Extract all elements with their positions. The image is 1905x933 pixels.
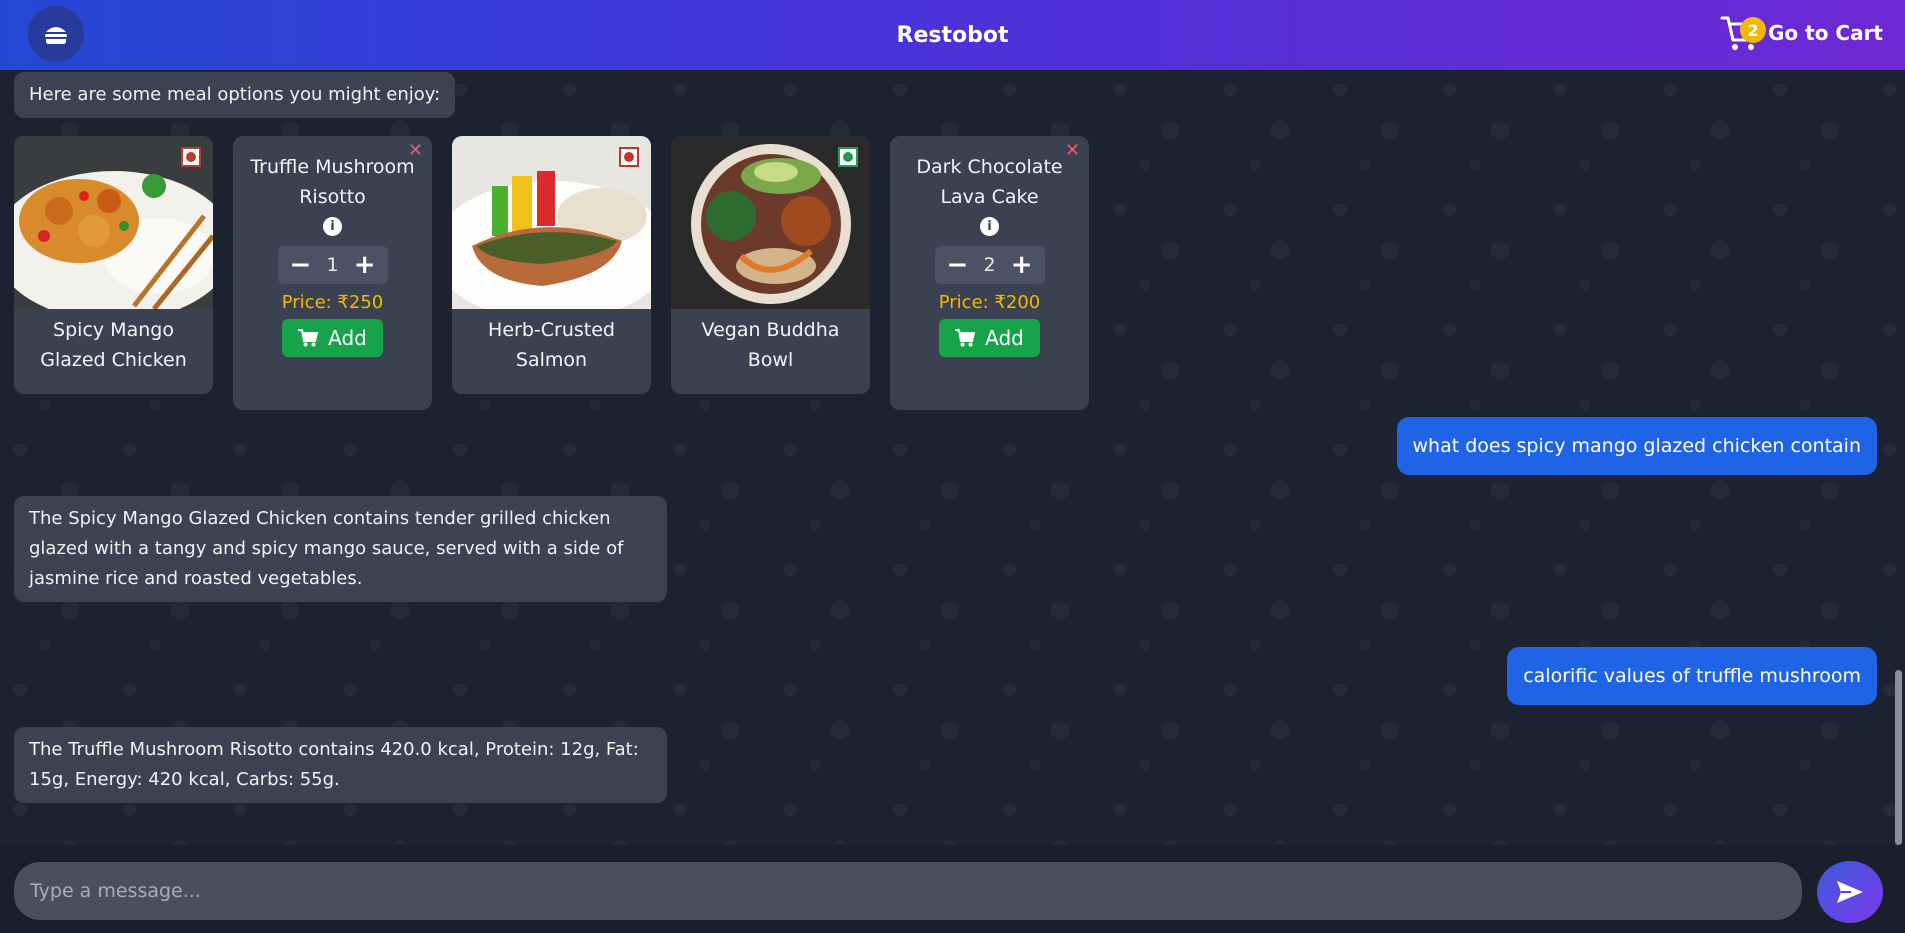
quantity-value: 1 [326,254,339,276]
meal-image-herb-crusted-salmon [452,136,651,321]
meal-cards: Spicy Mango Glazed Chicken ✕ Truffle Mus… [14,136,1089,410]
user-message-text: what does spicy mango glazed chicken con… [1412,435,1862,457]
bot-message-intro: Here are some meal options you might enj… [14,72,456,118]
send-button[interactable] [1817,861,1883,923]
nonveg-mark-icon [619,147,639,167]
bot-message: The Truffle Mushroom Risotto contains 42… [14,727,667,803]
add-label: Add [985,326,1024,350]
meal-card-details: ✕ Dark Chocolate Lava Cake i − 2 + Price… [890,136,1089,410]
meal-price: Price: ₹250 [281,292,384,313]
meal-name: Vegan Buddha Bowl [701,319,840,371]
meal-name: Spicy Mango Glazed Chicken [40,319,187,371]
send-icon [1837,881,1863,903]
quantity-stepper: − 2 + [934,246,1045,284]
cart-icon [955,329,976,347]
nonveg-mark-icon [181,147,201,167]
meal-price: Price: ₹200 [938,292,1041,313]
cart-count-badge: 2 [1740,17,1767,43]
user-message: what does spicy mango glazed chicken con… [1396,417,1877,475]
bot-message: The Spicy Mango Glazed Chicken contains … [14,496,667,602]
meal-name: Truffle Mushroom Risotto [250,156,415,208]
increment-button[interactable]: + [354,252,376,278]
meal-card-details: ✕ Truffle Mushroom Risotto i − 1 + Price… [233,136,432,410]
burger-icon [45,27,67,44]
go-to-cart-label: Go to Cart [1768,21,1883,45]
meal-name: Dark Chocolate Lava Cake [916,156,1063,208]
close-icon[interactable]: ✕ [1065,140,1080,161]
decrement-button[interactable]: − [947,252,969,278]
bot-message-text: The Spicy Mango Glazed Chicken contains … [29,508,624,589]
menu-button[interactable] [28,6,84,62]
meal-name: Herb-Crusted Salmon [488,319,615,371]
veg-mark-icon [838,147,858,167]
meal-card[interactable]: Spicy Mango Glazed Chicken [14,136,213,394]
message-input[interactable] [14,862,1802,920]
meal-image-spicy-mango-chicken [14,136,213,321]
info-icon[interactable]: i [323,217,342,236]
user-message-text: calorific values of truffle mushroom [1523,665,1861,687]
add-label: Add [328,326,367,350]
add-to-cart-button[interactable]: Add [282,319,383,357]
quantity-value: 2 [983,254,996,276]
info-icon[interactable]: i [980,217,999,236]
add-to-cart-button[interactable]: Add [939,319,1040,357]
quantity-stepper: − 1 + [277,246,388,284]
cart-icon-wrap: 2 [1720,14,1767,52]
app-header: Restobot 2 Go to Cart [0,0,1905,70]
meal-image-vegan-buddha-bowl [671,136,870,309]
app-title: Restobot [896,22,1009,48]
close-icon[interactable]: ✕ [408,140,423,161]
meal-card[interactable]: Herb-Crusted Salmon [452,136,651,394]
increment-button[interactable]: + [1011,252,1033,278]
chat-scrollbar[interactable] [1895,670,1902,845]
bot-message-text: The Truffle Mushroom Risotto contains 42… [29,739,639,790]
decrement-button[interactable]: − [290,252,312,278]
bot-message-text: Here are some meal options you might enj… [29,84,441,105]
go-to-cart-button[interactable]: 2 Go to Cart [1720,14,1883,52]
user-message: calorific values of truffle mushroom [1507,647,1877,705]
meal-card[interactable]: Vegan Buddha Bowl [671,136,870,394]
cart-icon [298,329,319,347]
